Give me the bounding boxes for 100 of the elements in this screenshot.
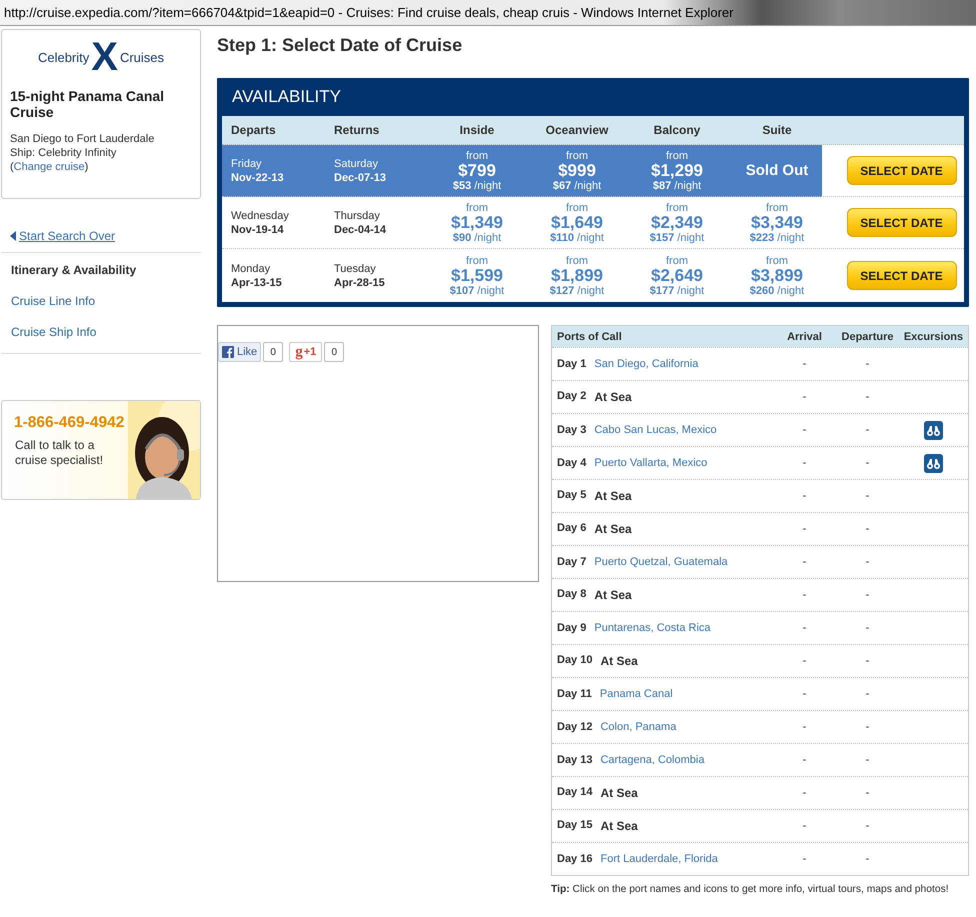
logo-text: Celebrity <box>38 50 90 64</box>
column-header: Departure <box>840 330 894 342</box>
port-link[interactable]: Colon, Panama <box>600 721 676 733</box>
start-over-link[interactable]: Start Search Over <box>19 229 116 243</box>
price-text: $1,649 <box>550 214 604 232</box>
port-link[interactable]: Puntarenas, Costa Rica <box>594 622 711 634</box>
arrival-cell: - <box>802 622 806 634</box>
sidebar-item[interactable]: Itinerary & Availability <box>1 255 201 286</box>
day-label: Day 2 <box>557 390 586 404</box>
binoculars-icon[interactable] <box>924 420 943 440</box>
departure-cell: - <box>866 556 870 568</box>
per-night-price: $260 /night <box>748 284 806 296</box>
day-label: Day 16 <box>557 853 592 865</box>
paren-text: ( <box>10 161 14 173</box>
arrival-cell: - <box>802 523 806 535</box>
column-header: Suite <box>761 123 793 137</box>
like-count: 0 <box>263 342 284 362</box>
sidebar-item[interactable]: Cruise Ship Info <box>1 317 201 348</box>
weekday-text: Wednesday <box>231 210 289 222</box>
per-night-price: $223 /night <box>748 232 806 244</box>
from-label: from <box>765 254 789 266</box>
from-label: from <box>765 202 789 214</box>
departure-cell: - <box>866 457 870 469</box>
at-sea-label: At Sea <box>594 489 632 503</box>
day-label: Day 8 <box>557 588 586 602</box>
arrival-cell: - <box>802 688 806 700</box>
price-text: $999 <box>557 162 597 180</box>
from-label: from <box>665 202 689 214</box>
at-sea-label: At Sea <box>600 786 638 800</box>
day-label: Day 5 <box>557 489 586 503</box>
per-night-price: $157 /night <box>648 232 706 244</box>
facebook-icon <box>222 346 234 358</box>
from-label: from <box>665 150 689 162</box>
tip-text: Tip: Click on the port names and icons to get more info, virtual tours, maps and photos! <box>551 884 949 895</box>
day-label: Day 1 <box>557 358 586 370</box>
departure-cell: - <box>866 688 870 700</box>
price-text: $2,649 <box>650 266 704 284</box>
departure-cell: - <box>866 391 870 403</box>
port-link[interactable]: Puerto Quetzal, Guatemala <box>594 556 728 568</box>
departure-cell: - <box>866 655 870 667</box>
column-header: Returns <box>334 123 380 137</box>
departure-cell: - <box>866 424 870 436</box>
select-date-button[interactable]: SELECT DATE <box>846 208 956 237</box>
departure-cell: - <box>866 754 870 766</box>
route-text: San Diego to Fort Lauderdale <box>10 132 156 146</box>
per-night-price: $107 /night <box>448 284 506 296</box>
logo-mark: X <box>91 40 118 74</box>
price-text: $3,349 <box>750 214 804 232</box>
arrival-cell: - <box>802 424 806 436</box>
departure-cell: - <box>866 721 870 733</box>
from-label: from <box>465 202 489 214</box>
binoculars-icon[interactable] <box>924 454 943 472</box>
from-label: from <box>665 254 689 266</box>
day-label: Day 12 <box>557 721 592 733</box>
column-header: Inside <box>458 123 496 137</box>
port-link[interactable]: Panama Canal <box>600 688 673 700</box>
weekday-text: Saturday <box>334 158 378 170</box>
page-heading: Step 1: Select Date of Cruise <box>217 34 464 56</box>
ad-text: Call to talk to a cruise specialist! <box>15 438 104 468</box>
day-label: Day 9 <box>557 622 586 634</box>
weekday-text: Tuesday <box>334 262 376 274</box>
column-header: Balcony <box>652 123 702 137</box>
departure-cell: - <box>866 358 870 370</box>
arrival-cell: - <box>802 556 806 568</box>
sidebar-item[interactable]: Cruise Line Info <box>1 286 201 317</box>
column-header: Oceanview <box>544 123 610 137</box>
cruise-title: 15-night Panama Canal Cruise <box>10 88 166 120</box>
arrival-cell: - <box>802 655 806 667</box>
date-text: Apr-13-15 <box>231 276 283 290</box>
day-label: Day 6 <box>557 522 586 536</box>
from-label: from <box>565 254 589 266</box>
price-text: $3,899 <box>750 266 804 284</box>
select-date-button[interactable]: SELECT DATE <box>846 261 956 290</box>
port-link[interactable]: San Diego, California <box>594 358 698 370</box>
paren-text: ) <box>84 161 88 173</box>
change-cruise-link[interactable]: Change cruise <box>14 161 85 173</box>
departure-cell: - <box>866 523 870 535</box>
port-link[interactable]: Cabo San Lucas, Mexico <box>594 424 717 436</box>
departure-cell: - <box>866 820 870 832</box>
price-text: $1,349 <box>450 214 504 232</box>
plus-one-count: 0 <box>324 342 344 362</box>
at-sea-label: At Sea <box>594 522 632 536</box>
per-night-price: $177 /night <box>648 284 706 296</box>
day-label: Day 15 <box>557 819 592 833</box>
port-link[interactable]: Puerto Vallarta, Mexico <box>594 457 708 469</box>
like-button[interactable]: Like <box>218 342 262 362</box>
weekday-text: Thursday <box>334 210 380 222</box>
port-link[interactable]: Cartagena, Colombia <box>600 754 704 766</box>
sold-out-label: Sold Out <box>746 162 808 179</box>
per-night-price: $127 /night <box>548 284 606 296</box>
selected-row-highlight[interactable]: Friday Nov-22-13 Saturday Dec-07-13 from $799 $53 /night from $999 $67 /night from $1,299 $87 /night Sold Out SELECT DATE <box>222 145 964 197</box>
select-date-button[interactable]: SELECT DATE <box>846 156 956 185</box>
from-label: from <box>465 254 489 266</box>
per-night-price: $67 /night <box>552 180 602 192</box>
window-title: http://cruise.expedia.com/?item=666704&tpid=1&eapid=0 - Cruises: Find cruise deals, cheap cruis - Windows Internet Explorer <box>4 5 734 20</box>
port-link[interactable]: Fort Lauderdale, Florida <box>600 853 718 865</box>
phone-number: 1-866-469-4942 <box>14 414 124 432</box>
per-night-price: $110 /night <box>549 232 605 244</box>
arrival-cell: - <box>802 490 806 502</box>
plus-one-button[interactable]: g+1 <box>289 342 322 362</box>
